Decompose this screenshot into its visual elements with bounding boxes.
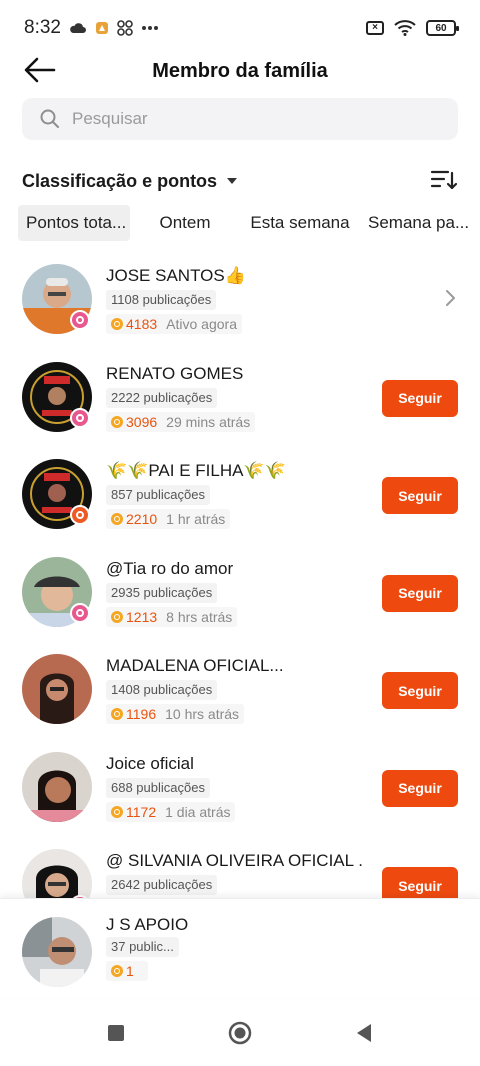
badge-icon	[70, 310, 90, 330]
sort-order-icon[interactable]	[430, 168, 458, 194]
member-activity: 2210 1 hr atrás	[106, 509, 231, 529]
apps-icon	[117, 20, 133, 36]
member-last-active: 1 dia atrás	[165, 803, 231, 820]
member-activity: 1196 10 hrs atrás	[106, 704, 245, 724]
follow-button[interactable]: Seguir	[382, 867, 458, 898]
member-name: @ SILVANIA OLIVEIRA OFICIAL .	[106, 851, 363, 870]
list-item[interactable]: @ SILVANIA OLIVEIRA OFICIAL . 2642 publi…	[0, 835, 480, 898]
follow-button[interactable]: Seguir	[382, 574, 458, 612]
follow-button[interactable]: Seguir	[382, 477, 458, 514]
coin-icon	[111, 708, 123, 720]
member-publications: 2642 publicações	[106, 875, 218, 895]
member-name: RENATO GOMES	[106, 363, 244, 383]
search-icon	[40, 109, 59, 128]
back-arrow-icon	[24, 57, 56, 83]
member-activity: 1213 8 hrs atrás	[106, 606, 238, 627]
badge-icon	[70, 602, 90, 623]
more-dots-icon	[141, 26, 158, 30]
member-publications: 1108 publicações	[106, 290, 217, 310]
search-input[interactable]	[72, 109, 432, 129]
page-title: Membro da família	[152, 59, 328, 82]
member-last-active: 1 hr atrás	[166, 511, 226, 527]
list-item[interactable]: RENATO GOMES 2222 publicações 3096 29 mi…	[0, 348, 480, 446]
member-points: 1196	[126, 706, 157, 722]
triangle-back-icon	[357, 1024, 371, 1042]
member-name: Joice oficial	[106, 753, 194, 773]
member-last-active: Ativo agora	[166, 316, 237, 332]
cloud-icon	[70, 23, 86, 33]
tab-last-week[interactable]: Semana pa...	[360, 205, 470, 241]
follow-button[interactable]: Seguir	[382, 379, 458, 417]
member-last-active: 29 mins atrás	[166, 413, 251, 430]
square-icon	[108, 1025, 124, 1041]
my-name: J S APOIO	[106, 915, 189, 934]
member-name: JOSE SANTOS👍	[106, 266, 246, 285]
coin-icon	[111, 318, 123, 330]
sim-off-icon: ×	[366, 21, 384, 35]
home-button[interactable]	[220, 1013, 260, 1053]
member-activity: 4183 Ativo agora	[106, 314, 242, 334]
avatar[interactable]	[22, 751, 92, 822]
member-publications: 2222 publicações	[106, 387, 218, 408]
period-tabs: Pontos tota... Ontem Esta semana Semana …	[18, 205, 480, 241]
tab-yesterday[interactable]: Ontem	[130, 205, 240, 241]
follow-button[interactable]: Seguir	[382, 672, 458, 709]
member-list: JOSE SANTOS👍 1108 publicações 4183 Ativo…	[0, 250, 480, 898]
member-points: 1172	[126, 803, 157, 820]
member-points: 4183	[126, 316, 158, 332]
my-publications: 37 public...	[106, 937, 179, 957]
coin-icon	[111, 610, 123, 623]
member-points: 1213	[126, 608, 158, 625]
member-last-active: 10 hrs atrás	[165, 706, 240, 722]
sort-row: Classificação e pontos	[22, 166, 458, 196]
member-publications: 1408 publicações	[106, 680, 218, 700]
member-publications: 688 publicações	[106, 777, 210, 798]
status-time: 8:32	[24, 17, 61, 38]
member-name: MADALENA OFICIAL...	[106, 656, 284, 675]
back-button[interactable]	[20, 52, 60, 88]
avatar[interactable]	[22, 654, 92, 724]
header: Membro da família	[0, 48, 480, 94]
member-name: @Tia ro do amor	[106, 558, 234, 578]
caret-down-icon[interactable]	[227, 178, 238, 184]
my-points: 1	[126, 963, 134, 979]
coin-icon	[111, 415, 123, 428]
search-bar[interactable]	[22, 98, 458, 140]
tab-this-week[interactable]: Esta semana	[240, 205, 360, 241]
member-name: 🌾🌾PAI E FILHA🌾🌾	[106, 461, 286, 480]
system-nav-bar	[0, 1000, 480, 1066]
badge-icon	[70, 407, 90, 428]
avatar[interactable]	[22, 849, 92, 898]
member-points: 3096	[126, 413, 158, 430]
member-publications: 857 publicações	[106, 485, 210, 505]
list-item[interactable]: Joice oficial 688 publicações 1172 1 dia…	[0, 738, 480, 836]
coin-icon	[111, 805, 123, 818]
list-item[interactable]: JOSE SANTOS👍 1108 publicações 4183 Ativo…	[0, 250, 480, 348]
tab-total-points[interactable]: Pontos tota...	[18, 205, 130, 241]
list-item[interactable]: 🌾🌾PAI E FILHA🌾🌾 857 publicações 2210 1 h…	[0, 445, 480, 543]
badge-icon	[70, 505, 90, 525]
member-activity: 3096 29 mins atrás	[106, 411, 256, 432]
member-publications: 2935 publicações	[106, 582, 218, 603]
back-nav-button[interactable]	[344, 1013, 384, 1053]
chevron-right-icon[interactable]	[444, 286, 458, 310]
app-notification-icon	[95, 22, 108, 34]
my-avatar[interactable]	[22, 917, 92, 987]
list-item[interactable]: MADALENA OFICIAL... 1408 publicações 119…	[0, 640, 480, 738]
my-points-row: 1	[106, 961, 148, 981]
member-activity: 1172 1 dia atrás	[106, 801, 236, 822]
coin-icon	[111, 513, 123, 525]
recents-button[interactable]	[96, 1013, 136, 1053]
list-item[interactable]: @Tia ro do amor 2935 publicações 1213 8 …	[0, 543, 480, 641]
coin-icon	[111, 965, 123, 977]
wifi-icon	[394, 20, 416, 36]
my-rank-row[interactable]: J S APOIO 37 public... 1	[0, 898, 480, 998]
member-last-active: 8 hrs atrás	[166, 608, 233, 625]
circle-icon	[228, 1021, 252, 1045]
battery-icon: 60	[426, 20, 459, 36]
member-points: 2210	[126, 511, 158, 527]
sort-dropdown[interactable]: Classificação e pontos	[22, 171, 217, 192]
follow-button[interactable]: Seguir	[382, 769, 458, 807]
